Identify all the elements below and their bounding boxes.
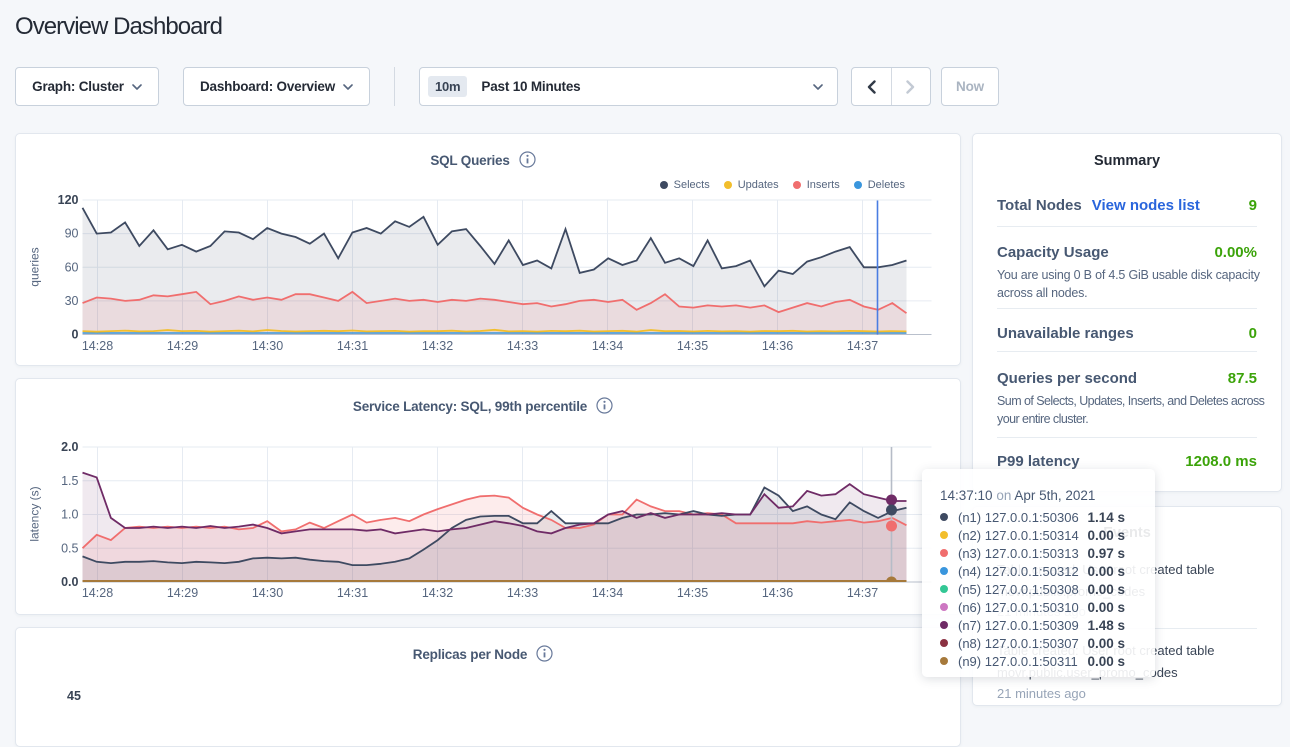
svg-text:14:30: 14:30 [252,339,283,353]
svg-text:1.0: 1.0 [61,508,78,522]
svg-text:14:34: 14:34 [592,586,623,600]
svg-text:14:32: 14:32 [422,586,453,600]
svg-text:30: 30 [65,294,79,308]
svg-text:90: 90 [65,227,79,241]
svg-text:14:30: 14:30 [252,586,283,600]
svg-text:14:36: 14:36 [762,339,793,353]
svg-text:2.0: 2.0 [61,440,78,454]
svg-text:1.5: 1.5 [61,474,78,488]
svg-text:120: 120 [58,193,79,207]
svg-text:14:37: 14:37 [847,339,878,353]
svg-text:14:29: 14:29 [167,339,198,353]
svg-text:14:31: 14:31 [337,586,368,600]
svg-text:14:32: 14:32 [422,339,453,353]
svg-text:14:28: 14:28 [82,586,113,600]
svg-text:0.5: 0.5 [61,541,78,555]
svg-text:14:29: 14:29 [167,586,198,600]
svg-text:14:34: 14:34 [592,339,623,353]
svg-text:14:36: 14:36 [762,586,793,600]
svg-text:0: 0 [72,328,79,342]
svg-text:latency (s): latency (s) [28,486,42,541]
svg-text:14:28: 14:28 [82,339,113,353]
svg-text:0.0: 0.0 [61,575,78,589]
svg-text:14:35: 14:35 [677,586,708,600]
svg-text:queries: queries [28,247,42,286]
svg-text:14:37: 14:37 [847,586,878,600]
svg-text:14:35: 14:35 [677,339,708,353]
svg-text:14:31: 14:31 [337,339,368,353]
svg-text:14:33: 14:33 [507,339,538,353]
svg-text:14:33: 14:33 [507,586,538,600]
svg-text:60: 60 [65,260,79,274]
